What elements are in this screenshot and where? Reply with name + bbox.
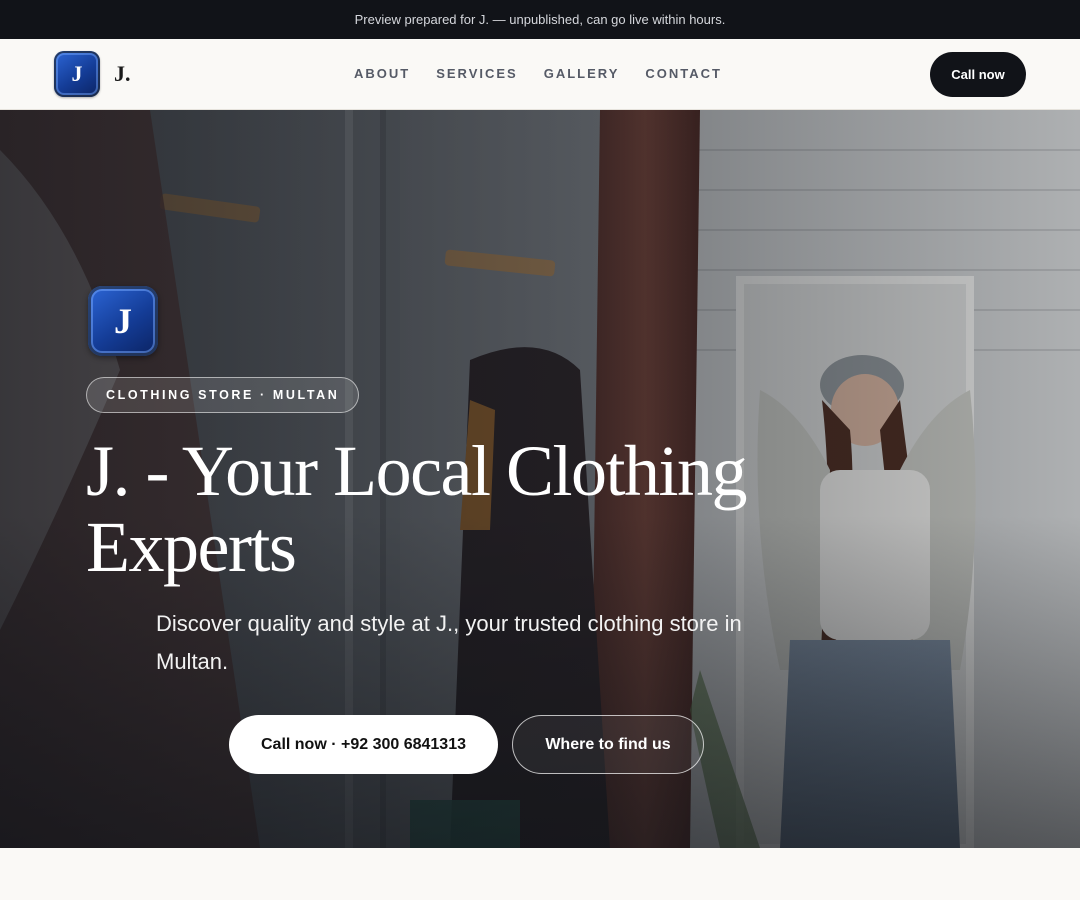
preview-banner-text: Preview prepared for J. — unpublished, c… <box>354 12 726 27</box>
header-call-now-button[interactable]: Call now <box>930 52 1026 97</box>
brand-logo-letter: J <box>71 61 83 86</box>
hero-logo-icon: J <box>88 286 158 356</box>
category-location-badge: CLOTHING STORE · MULTAN <box>86 377 360 413</box>
nav-link-contact[interactable]: CONTACT <box>645 66 722 81</box>
hero-subtitle: Discover quality and style at J., your t… <box>156 611 742 674</box>
brand-name[interactable]: J. <box>114 61 131 87</box>
nav-link-about[interactable]: ABOUT <box>354 66 410 81</box>
hero-logo-letter: J <box>114 301 132 341</box>
call-now-phone-button[interactable]: Call now · +92 300 6841313 <box>229 715 498 774</box>
nav-link-services[interactable]: SERVICES <box>436 66 518 81</box>
nav-link-gallery[interactable]: GALLERY <box>544 66 620 81</box>
hero-title: J. - Your Local Clothing Experts <box>86 433 806 585</box>
hero-section: J CLOTHING STORE · MULTAN J. - Your Loca… <box>0 110 1080 848</box>
hero-title-line-1: J. - Your Local Clothing <box>86 431 748 511</box>
main-nav: ABOUT SERVICES GALLERY CONTACT <box>354 66 722 81</box>
preview-banner: Preview prepared for J. — unpublished, c… <box>0 0 1080 39</box>
site-header: J J. ABOUT SERVICES GALLERY CONTACT Call… <box>0 39 1080 110</box>
where-to-find-us-button[interactable]: Where to find us <box>512 715 704 774</box>
brand-logo-icon[interactable]: J <box>54 51 100 97</box>
hero-title-line-2: Experts <box>86 507 297 587</box>
